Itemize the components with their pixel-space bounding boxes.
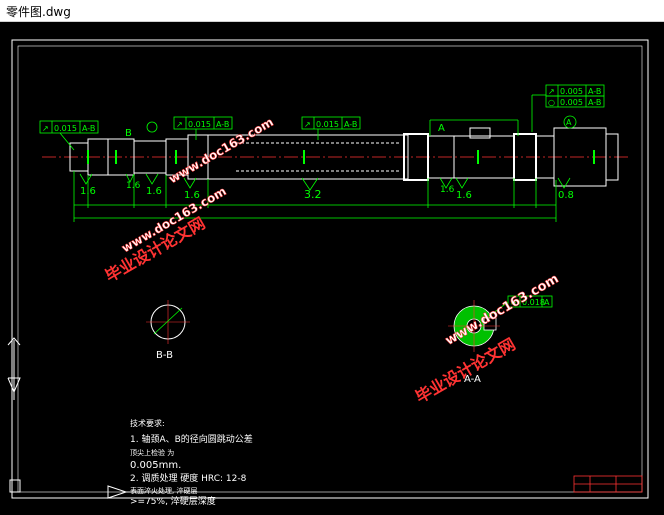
watermark-left: 毕业设计论文网 www.doc163.com <box>102 184 229 286</box>
tol3-sym: ↗ <box>304 120 311 129</box>
watermark-right-cn: 毕业设计论文网 <box>412 334 519 406</box>
tol4-sym: ↗ <box>548 87 555 96</box>
tol5-value: 0.005 <box>560 98 583 107</box>
window-title: 零件图.dwg <box>6 5 71 19</box>
notes-line-3: 2. 调质处理 硬度 HRC: 12-8 <box>130 472 247 484</box>
tol5-ref: A-B <box>588 98 601 107</box>
roughness-label-6: 1.6 <box>440 185 455 195</box>
tol3-ref: A-B <box>344 120 357 129</box>
roughness-label-5: 3.2 <box>304 188 322 201</box>
notes-heading: 技术要求: <box>130 418 165 428</box>
tol2-value: 0.015 <box>188 120 211 129</box>
roughness-label-8: 0.8 <box>558 190 574 201</box>
tol6-ref: A <box>544 298 550 307</box>
tol2-ref: A-B <box>216 120 229 129</box>
title-block <box>573 475 643 493</box>
datum-circle-icon <box>146 121 158 133</box>
notes-line-1b: 顶尖上检验 为 <box>130 448 174 457</box>
notes-line-1: 1. 轴颈A、B的径向圆跳动公差 <box>130 433 253 445</box>
datum-a-label: A <box>438 123 445 134</box>
notes-line-5: >=75%, 淬硬层深度 <box>130 495 216 507</box>
watermark-right-url: www.doc163.com <box>443 271 562 348</box>
tol2-sym: ↗ <box>176 120 183 129</box>
datum-top-a-label: A <box>566 118 572 127</box>
drawing-svg[interactable]: 1.6 1.6 1.6 1.6 3.2 1.6 1.6 0.8 ↗ 0.015 … <box>0 22 664 511</box>
tol1-value: 0.015 <box>54 124 77 133</box>
section-bb-label: B-B <box>156 350 173 361</box>
window-titlebar: 零件图.dwg <box>0 0 664 22</box>
tol4-ref: A-B <box>588 87 601 96</box>
tol3-value: 0.015 <box>316 120 339 129</box>
roughness-label-2: 1.6 <box>126 181 141 191</box>
tol4-value: 0.005 <box>560 87 583 96</box>
roughness-label-1: 1.6 <box>80 186 96 197</box>
notes-line-4: 表面淬火处理, 淬硬层 <box>130 486 197 495</box>
roughness-label-3: 1.6 <box>146 186 162 197</box>
roughness-label-7: 1.6 <box>456 190 472 201</box>
notes-line-2: 0.005mm. <box>130 460 181 471</box>
technical-notes: 技术要求: 1. 轴颈A、B的径向圆跳动公差 顶尖上检验 为 0.005mm. … <box>130 418 253 507</box>
datum-b-label: B <box>125 128 132 139</box>
tol1-sym: ↗ <box>42 124 49 133</box>
cad-canvas[interactable]: 1.6 1.6 1.6 1.6 3.2 1.6 1.6 0.8 ↗ 0.015 … <box>0 22 664 511</box>
tol1-ref: A-B <box>82 124 95 133</box>
tol5-sym: ○ <box>548 98 555 107</box>
